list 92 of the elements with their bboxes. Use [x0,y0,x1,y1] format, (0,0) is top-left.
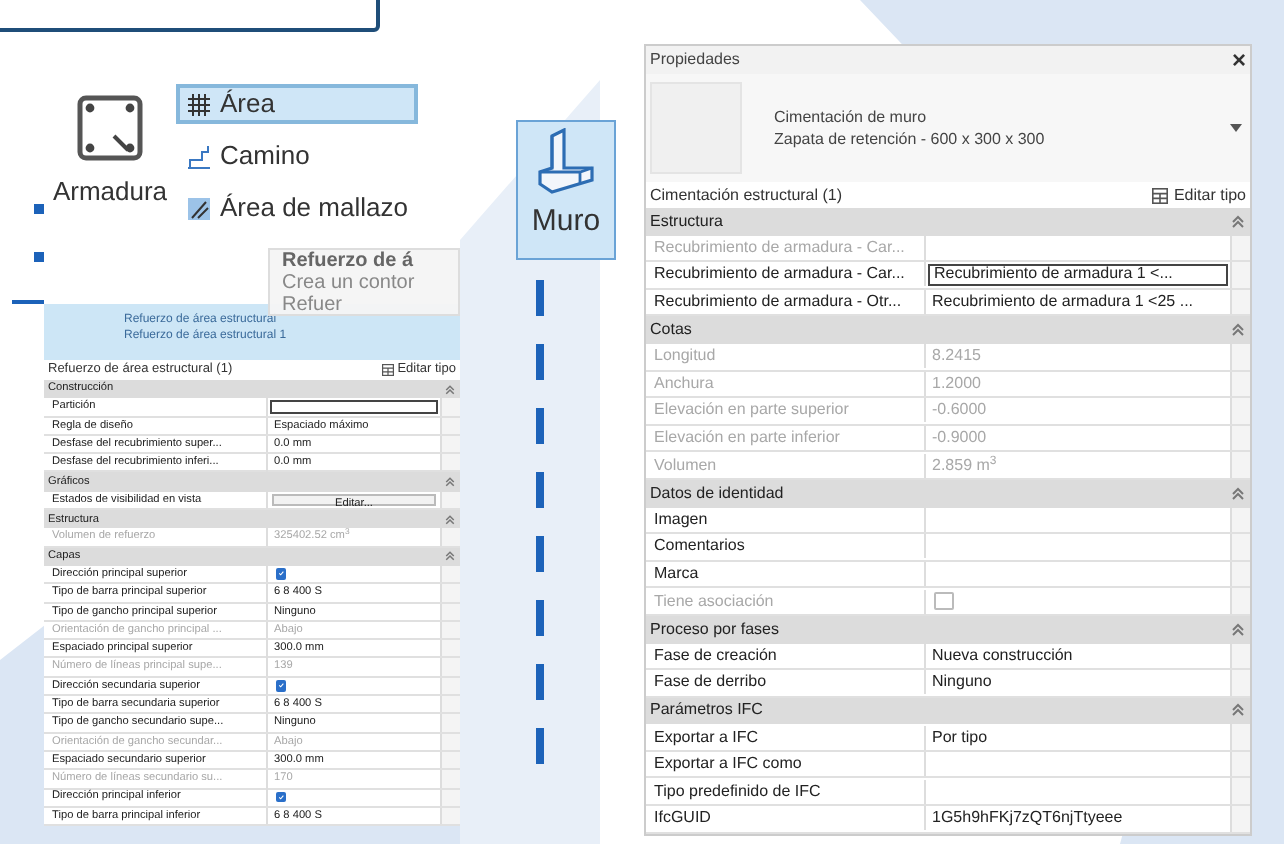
property-row[interactable]: Fase de creación Nueva construcción [646,643,1250,671]
edit-type-icon [1151,187,1168,203]
muro-button[interactable]: Muro [516,120,616,260]
property-label: Fase de creación [646,643,926,668]
value-field[interactable] [270,400,438,414]
accent-bar [34,204,44,214]
property-row[interactable]: Imagen [646,507,1250,535]
accent-bar [12,300,44,304]
collapse-icon[interactable] [1230,621,1246,638]
accent-bar [536,408,544,444]
wall-icon [532,128,600,196]
type-name: Cimentación de muro [774,106,929,128]
type-name: Zapata de retención - 600 x 300 x 300 [774,128,1047,150]
property-value: Nueva construcción [930,643,1075,668]
property-label: Longitud [646,344,926,369]
collapse-icon[interactable] [1230,322,1246,339]
property-label: Recubrimiento de armadura - Car... [646,235,926,260]
collapse-icon[interactable] [444,513,456,526]
property-label: Recubrimiento de armadura - Otr... [646,290,926,315]
property-value: Ninguno [930,670,994,695]
property-value: 2.859 m$^{3}$ [930,453,999,478]
dropdown-arrow-icon[interactable] [1230,124,1242,132]
group-header[interactable]: Proceso por fases [646,615,1250,643]
accent-bar [536,536,544,572]
path-rebar-icon [186,143,212,169]
collapse-icon[interactable] [1230,485,1246,502]
tooltip-text: Crea un contor [282,272,417,294]
collapse-icon[interactable] [1230,213,1246,230]
group-header[interactable]: Datos de identidad [646,479,1250,508]
mesh-icon [186,195,212,221]
property-row[interactable]: Recubrimiento de armadura - Car... Recubrimiento de armadura 1 <... [646,262,1250,290]
checkmark-icon [278,570,285,578]
accent-bar [536,344,544,380]
ribbon-item[interactable]: Área [176,84,418,124]
property-label: Tipo predefinido de IFC [646,779,926,804]
property-value: 1.2000 [930,371,983,396]
accent-bar [536,728,544,764]
property-label: Elevación en parte superior [646,398,926,423]
type-selector[interactable]: Cimentación estructural (1) Editar tipo [646,182,1250,208]
property-value: 8.2415 [930,344,983,369]
accent-bar [34,251,44,263]
property-value: -0.9000 [930,426,989,451]
property-row[interactable]: Tipo predefinido de IFC [646,778,1250,807]
property-row[interactable]: Recubrimiento de armadura - Otr... Recubrimiento de armadura 1 <25 ... [646,289,1250,317]
edit-type-icon [381,364,394,376]
property-row[interactable]: Comentarios [646,534,1250,562]
panel-title: Propiedades [650,48,740,72]
ribbon-item[interactable]: Área de mallazo [176,188,418,228]
group-header[interactable]: Estructura [646,208,1250,236]
checkmark-icon [278,682,285,690]
property-label: Elevación en parte inferior [646,426,926,451]
armadura-button[interactable]: Armadura [44,80,176,304]
collapse-icon[interactable] [444,550,456,563]
property-label: Volumen [646,453,926,478]
property-row[interactable]: IfcGUID 1G5h9hFKj7zQT6njTtyeee [646,806,1250,834]
edit-type-link[interactable]: Editar tipo [1173,183,1246,207]
property-label: Recubrimiento de armadura - Car... [646,262,926,287]
property-label: Tiene asociación [646,589,926,614]
property-label: Exportar a IFC como [646,752,926,777]
close-button[interactable]: × [1231,48,1246,72]
group-header[interactable]: Parámetros IFC [646,697,1250,725]
tooltip-title: Refuerzo de á [282,250,416,272]
property-row[interactable]: Marca [646,561,1250,589]
accent-bar [536,600,544,636]
property-value: Recubrimiento de armadura 1 <25 ... [930,290,1196,315]
property-row[interactable]: Fase de derribo Ninguno [646,670,1250,698]
property-label: Anchura [646,371,926,396]
property-label: Imagen [646,507,926,532]
collapse-icon[interactable] [1230,702,1246,719]
property-row[interactable]: Exportar a IFC Por tipo [646,724,1250,752]
property-label: IfcGUID [646,806,926,831]
checkbox[interactable] [276,568,287,580]
accent-bar [536,664,544,700]
value-field[interactable]: Recubrimiento de armadura 1 <... [928,264,1228,286]
rebar-frame-icon [74,92,146,164]
property-value: 1G5h9hFKj7zQT6njTtyeee [930,806,1125,831]
property-label: Marca [646,562,926,587]
property-label: Comentarios [646,534,926,559]
property-value: -0.6000 [930,398,989,423]
accent-bar [536,472,544,508]
collapse-icon[interactable] [444,383,456,396]
group-header[interactable]: Cotas [646,316,1250,344]
accent-bar [536,280,544,316]
ribbon-item[interactable]: Camino [176,136,418,176]
grid-icon [186,91,212,117]
property-row[interactable]: Exportar a IFC como [646,751,1250,779]
property-label: Exportar a IFC [646,725,926,750]
collapse-icon[interactable] [444,476,456,489]
property-value: Por tipo [930,725,990,750]
property-label: Fase de derribo [646,670,926,695]
checkmark-icon [278,794,285,801]
selector-text: Cimentación estructural (1) [650,183,843,207]
